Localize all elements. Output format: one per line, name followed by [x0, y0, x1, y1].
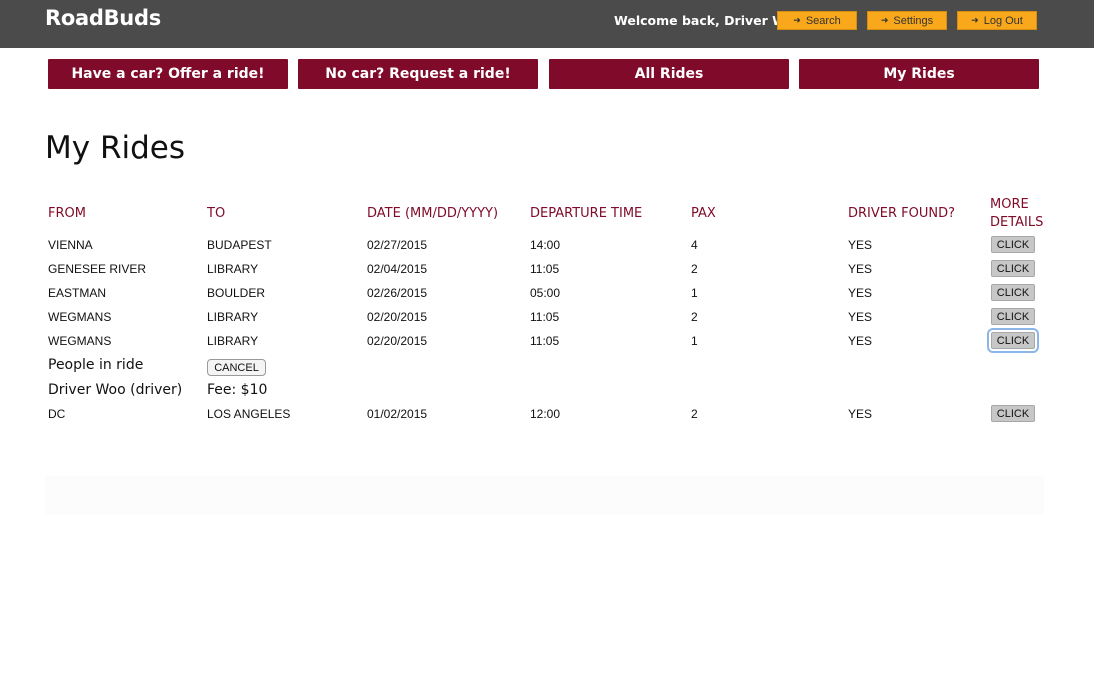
cell-time: 14:00 [530, 238, 561, 252]
cell-to: LIBRARY [207, 262, 259, 276]
cell-pax: 1 [691, 286, 698, 300]
page-title: My Rides [45, 130, 185, 166]
cell-time: 12:00 [530, 407, 561, 421]
cell-date: 02/04/2015 [367, 262, 428, 276]
cell-from: EASTMAN [48, 286, 107, 300]
footer [45, 476, 1044, 514]
cell-to: LOS ANGELES [207, 407, 291, 421]
cell-pax: 2 [691, 310, 698, 324]
header-driver-found: DRIVER FOUND? [848, 206, 956, 221]
brand-logo[interactable]: RoadBuds [45, 6, 161, 30]
offer-ride-button[interactable]: Have a car? Offer a ride! [48, 59, 288, 89]
cell-time: 11:05 [530, 262, 560, 276]
sign-in-icon: ➜ [793, 15, 801, 25]
cell-from: GENESEE RIVER [48, 262, 147, 276]
settings-button[interactable]: ➜ Settings [867, 11, 947, 30]
header-from: FROM [48, 206, 86, 221]
sign-in-icon: ➜ [880, 15, 889, 25]
cell-to: BOULDER [207, 286, 266, 300]
search-button-label: Search [805, 14, 841, 27]
cell-pax: 1 [691, 334, 698, 348]
header-pax: PAX [691, 206, 716, 221]
ride-fee: Fee: $10 [207, 382, 268, 398]
all-rides-button[interactable]: All Rides [549, 59, 789, 89]
cell-from: WEGMANS [48, 334, 112, 348]
cell-time: 11:05 [530, 334, 560, 348]
search-button[interactable]: ➜ Search [777, 11, 857, 30]
cell-pax: 2 [691, 407, 698, 421]
details-button[interactable]: CLICK [991, 308, 1035, 325]
cell-pax: 4 [691, 238, 698, 252]
cell-date: 02/27/2015 [367, 238, 428, 252]
details-button[interactable]: CLICK [991, 260, 1035, 277]
settings-button-label: Settings [893, 14, 934, 27]
details-button[interactable]: CLICK [991, 405, 1035, 422]
details-button[interactable]: CLICK [991, 236, 1035, 253]
header-date: DATE (MM/DD/YYYY) [367, 206, 499, 221]
logout-button-label: Log Out [983, 14, 1023, 27]
cell-driver-found: YES [848, 310, 873, 324]
cell-driver-found: YES [848, 407, 873, 421]
driver-name: Driver Woo (driver) [48, 382, 183, 398]
request-ride-button[interactable]: No car? Request a ride! [298, 59, 538, 89]
sign-in-icon: ➜ [971, 15, 979, 25]
cell-to: LIBRARY [207, 310, 259, 324]
logout-button[interactable]: ➜ Log Out [957, 11, 1037, 30]
my-rides-button[interactable]: My Rides [799, 59, 1039, 89]
cell-from: DC [48, 407, 66, 421]
cell-to: BUDAPEST [207, 238, 272, 252]
cell-date: 02/20/2015 [367, 334, 428, 348]
cell-time: 05:00 [530, 286, 561, 300]
cell-from: WEGMANS [48, 310, 112, 324]
cell-to: LIBRARY [207, 334, 259, 348]
cell-pax: 2 [691, 262, 698, 276]
cancel-ride-button[interactable]: CANCEL [207, 359, 266, 376]
header-more-line1: MORE [990, 197, 1029, 212]
header-departure-time: DEPARTURE TIME [530, 206, 643, 221]
header-more-details: MORE DETAILS [990, 196, 1043, 232]
cell-date: 01/02/2015 [367, 407, 428, 421]
cell-driver-found: YES [848, 262, 873, 276]
cell-from: VIENNA [48, 238, 93, 252]
cell-driver-found: YES [848, 334, 873, 348]
people-in-ride-label: People in ride [48, 357, 144, 373]
details-button[interactable]: CLICK [991, 284, 1035, 301]
header-more-line2: DETAILS [990, 215, 1044, 230]
header-to: TO [207, 206, 226, 221]
cell-date: 02/26/2015 [367, 286, 428, 300]
top-bar: RoadBuds Welcome back, Driver Woo! ➜ Sea… [0, 0, 1094, 48]
cell-driver-found: YES [848, 238, 873, 252]
cell-driver-found: YES [848, 286, 873, 300]
cell-time: 11:05 [530, 310, 560, 324]
cell-date: 02/20/2015 [367, 310, 428, 324]
details-button[interactable]: CLICK [987, 328, 1039, 353]
